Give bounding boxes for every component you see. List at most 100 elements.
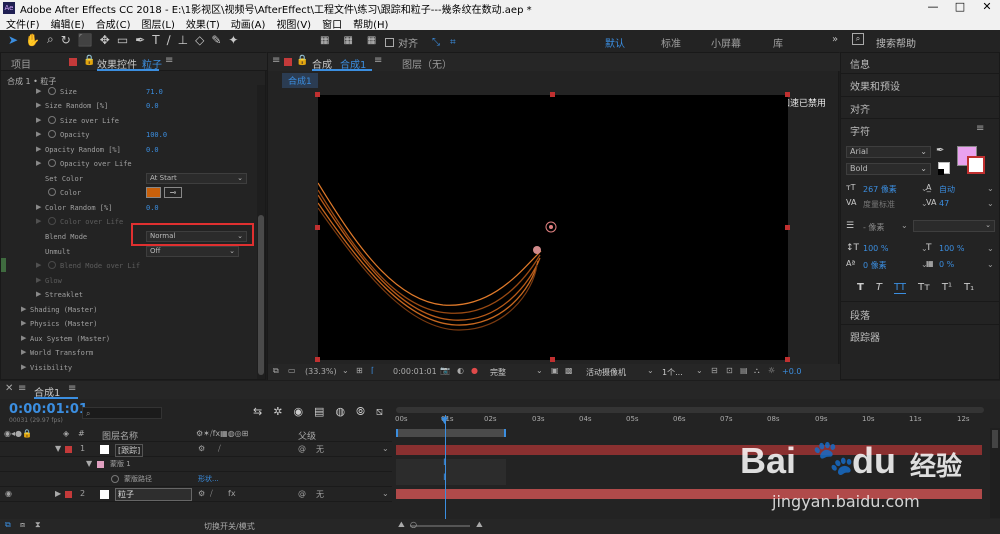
pan-behind-tool-icon[interactable]: ✥	[100, 33, 110, 47]
viewer-timecode[interactable]: 0:00:01:01	[393, 367, 437, 376]
expand-arrow-icon[interactable]: ▶	[21, 348, 26, 356]
zoom-dropdown[interactable]: (33.3%)	[305, 367, 337, 376]
prop-row-size[interactable]: ▶ Size 71.0	[1, 85, 257, 99]
font-family-dropdown[interactable]: Arial ⌄	[846, 146, 931, 158]
baseline-shift-value[interactable]: 0 像素	[863, 260, 887, 271]
visibility-eye-icon[interactable]: ◉	[5, 489, 12, 498]
mask-path-row[interactable]: 蒙版路径 形状...	[0, 473, 392, 487]
region-of-interest-icon[interactable]: ▣	[551, 366, 559, 375]
unmult-dropdown[interactable]: Off ⌄	[146, 246, 239, 257]
mask-color[interactable]	[97, 461, 104, 468]
clone-stamp-tool-icon[interactable]: ⊥	[178, 33, 188, 47]
small-caps-button[interactable]: Tт	[918, 282, 930, 294]
panel-info[interactable]: 信息	[850, 56, 870, 71]
timeline-timecode[interactable]: 0:00:01:01	[9, 402, 88, 417]
scrollbar-track[interactable]	[257, 85, 265, 379]
group-aux-system[interactable]: ▶ Aux System (Master)	[1, 332, 257, 346]
panel-tracker[interactable]: 跟踪器	[850, 329, 880, 344]
timeline-zoom-slider[interactable]	[410, 525, 470, 527]
close-icon[interactable]: ✕	[5, 383, 13, 394]
parent-header[interactable]: 父级	[298, 429, 316, 442]
workspace-default[interactable]: 默认	[605, 35, 661, 50]
set-color-dropdown[interactable]: At Start ⌄	[146, 173, 247, 184]
selection-handle[interactable]	[550, 92, 555, 97]
stopwatch-icon[interactable]	[48, 188, 56, 196]
panel-align[interactable]: 对齐	[850, 101, 870, 116]
shy-switch-icon[interactable]: ⚙	[198, 444, 205, 453]
expand-arrow-icon[interactable]: ▶	[36, 203, 41, 211]
selection-handle[interactable]	[785, 225, 790, 230]
snap-checkbox[interactable]	[385, 38, 394, 47]
menu-help[interactable]: 帮助(H)	[353, 16, 388, 31]
graph-toggle-icon[interactable]: ⧅	[376, 405, 383, 419]
close-button[interactable]: ✕	[974, 0, 1000, 13]
mask-name[interactable]: 蒙版 1	[110, 459, 131, 469]
collapse-arrow-icon[interactable]: ▼	[55, 444, 61, 453]
prop-row-opacity[interactable]: ▶ Opacity 100.0	[1, 128, 257, 142]
graph-editor-icon[interactable]: ⦾	[356, 405, 365, 419]
eyedropper-icon[interactable]: ✒	[936, 145, 944, 156]
prop-row-set-color[interactable]: Set Color At Start ⌄	[1, 172, 257, 186]
selection-handle[interactable]	[315, 225, 320, 230]
toggle-pixel-aspect-icon[interactable]: ⊟	[711, 366, 718, 375]
prop-row-opacity-random[interactable]: ▶ Opacity Random [%] 0.0	[1, 143, 257, 157]
puppet-tool-icon[interactable]: ✦	[228, 33, 238, 47]
mask-row[interactable]: ▼ 蒙版 1	[0, 458, 392, 472]
view-axis-icon[interactable]: ▦	[367, 35, 376, 46]
stroke-color-swatch[interactable]	[967, 156, 985, 174]
stopwatch-icon[interactable]	[48, 159, 56, 167]
color-swatch[interactable]	[146, 187, 161, 198]
expand-arrow-icon[interactable]: ▶	[36, 159, 41, 167]
prop-value[interactable]: 71.0	[146, 88, 163, 96]
superscript-button[interactable]: T¹	[942, 282, 952, 294]
comp-mini-flowchart-icon[interactable]: ⇆	[253, 405, 262, 419]
rotate-tool-icon[interactable]: ↻	[61, 33, 71, 47]
parent-dropdown[interactable]: 无	[316, 444, 324, 455]
tsume-value[interactable]: 0 %	[939, 260, 954, 269]
menu-composition[interactable]: 合成(C)	[96, 16, 131, 31]
type-tool-icon[interactable]: T	[152, 33, 159, 47]
zoom-slider-handle[interactable]: ○	[410, 520, 417, 529]
composition-canvas[interactable]	[315, 92, 790, 362]
help-search-input[interactable]: 搜索帮助	[876, 35, 916, 50]
font-size-value[interactable]: 267 像素	[863, 184, 897, 195]
subtab-comp[interactable]: 合成1	[282, 73, 318, 88]
panel-menu-icon[interactable]: ≡	[165, 55, 173, 66]
selection-handle[interactable]	[785, 92, 790, 97]
resolution-dropdown[interactable]: 完整	[490, 367, 506, 378]
group-shading[interactable]: ▶ Shading (Master)	[1, 303, 257, 317]
leading-value[interactable]: 自动	[939, 184, 955, 195]
expand-arrow-icon[interactable]: ▶	[21, 334, 26, 342]
prop-value[interactable]: 0.0	[146, 146, 159, 154]
prop-row-size-random[interactable]: ▶ Size Random [%] 0.0	[1, 99, 257, 113]
maximize-button[interactable]: □	[947, 0, 973, 13]
playhead-handle-icon[interactable]: ▼	[441, 416, 448, 426]
layer-in-out-icon[interactable]: ⧈	[20, 520, 25, 530]
layer-label-color[interactable]	[65, 491, 72, 498]
snap-edges-icon[interactable]: ⌗	[450, 37, 456, 48]
menu-icon[interactable]: ≡	[272, 55, 280, 66]
kerning-value[interactable]: 度量标准	[863, 199, 895, 210]
workspace-library[interactable]: 库	[773, 35, 813, 50]
render-time-icon[interactable]: ⧉	[5, 520, 11, 530]
rectangle-tool-icon[interactable]: ▭	[117, 33, 128, 47]
world-axis-icon[interactable]: ▦	[343, 35, 352, 46]
work-area-scroll[interactable]	[396, 407, 984, 413]
fast-preview-icon[interactable]: ⊡	[726, 366, 733, 375]
all-caps-button[interactable]: TT	[893, 282, 906, 294]
minimize-button[interactable]: —	[920, 0, 946, 13]
timeline-scrollbar[interactable]	[990, 428, 1000, 518]
expand-arrow-icon[interactable]: ▶	[55, 489, 61, 498]
expand-arrow-icon[interactable]: ▶	[36, 290, 41, 298]
vertical-scale-value[interactable]: 100 %	[863, 244, 888, 253]
prop-value[interactable]: 0.0	[146, 102, 159, 110]
layer-name-header[interactable]: 图层名称	[102, 429, 138, 442]
prop-row-unmult[interactable]: Unmult Off ⌄	[1, 245, 257, 259]
eraser-tool-icon[interactable]: ◇	[195, 33, 204, 47]
selection-handle[interactable]	[315, 92, 320, 97]
workspace-small-screen[interactable]: 小屏幕	[711, 35, 773, 50]
camera-dropdown[interactable]: 活动摄像机	[586, 367, 626, 378]
prop-value[interactable]: 100.0	[146, 131, 167, 139]
black-swatch[interactable]	[938, 169, 944, 175]
zoom-tool-icon[interactable]: ⌕	[47, 32, 54, 47]
